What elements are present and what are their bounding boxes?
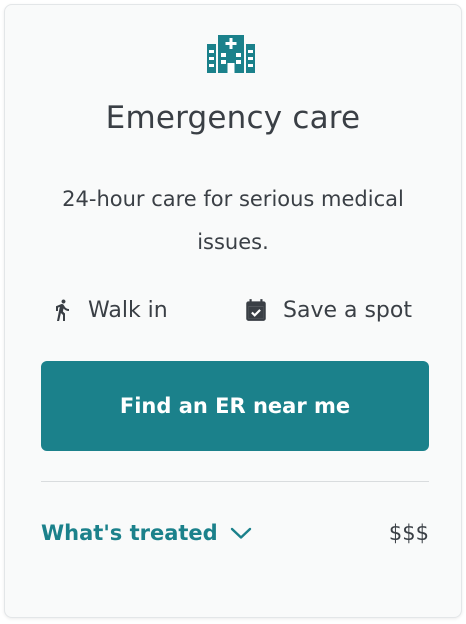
card-description: 24-hour care for serious medical issues. — [62, 187, 404, 254]
card-title: Emergency care — [105, 100, 361, 136]
walk-in-option: Walk in — [50, 293, 168, 327]
save-a-spot-label: Save a spot — [283, 297, 412, 323]
hospital-icon — [207, 35, 255, 73]
walk-in-label: Walk in — [88, 297, 168, 323]
calendar-check-icon — [246, 299, 266, 321]
price-indicator: $$$ — [388, 521, 429, 545]
find-er-button[interactable]: Find an ER near me — [41, 361, 429, 451]
walking-person-icon — [56, 299, 69, 321]
whats-treated-label: What's treated — [41, 521, 218, 545]
chevron-down-icon — [230, 527, 251, 539]
whats-treated-toggle[interactable]: What's treated — [41, 516, 252, 550]
save-a-spot-option: Save a spot — [243, 293, 412, 327]
divider — [41, 481, 429, 482]
